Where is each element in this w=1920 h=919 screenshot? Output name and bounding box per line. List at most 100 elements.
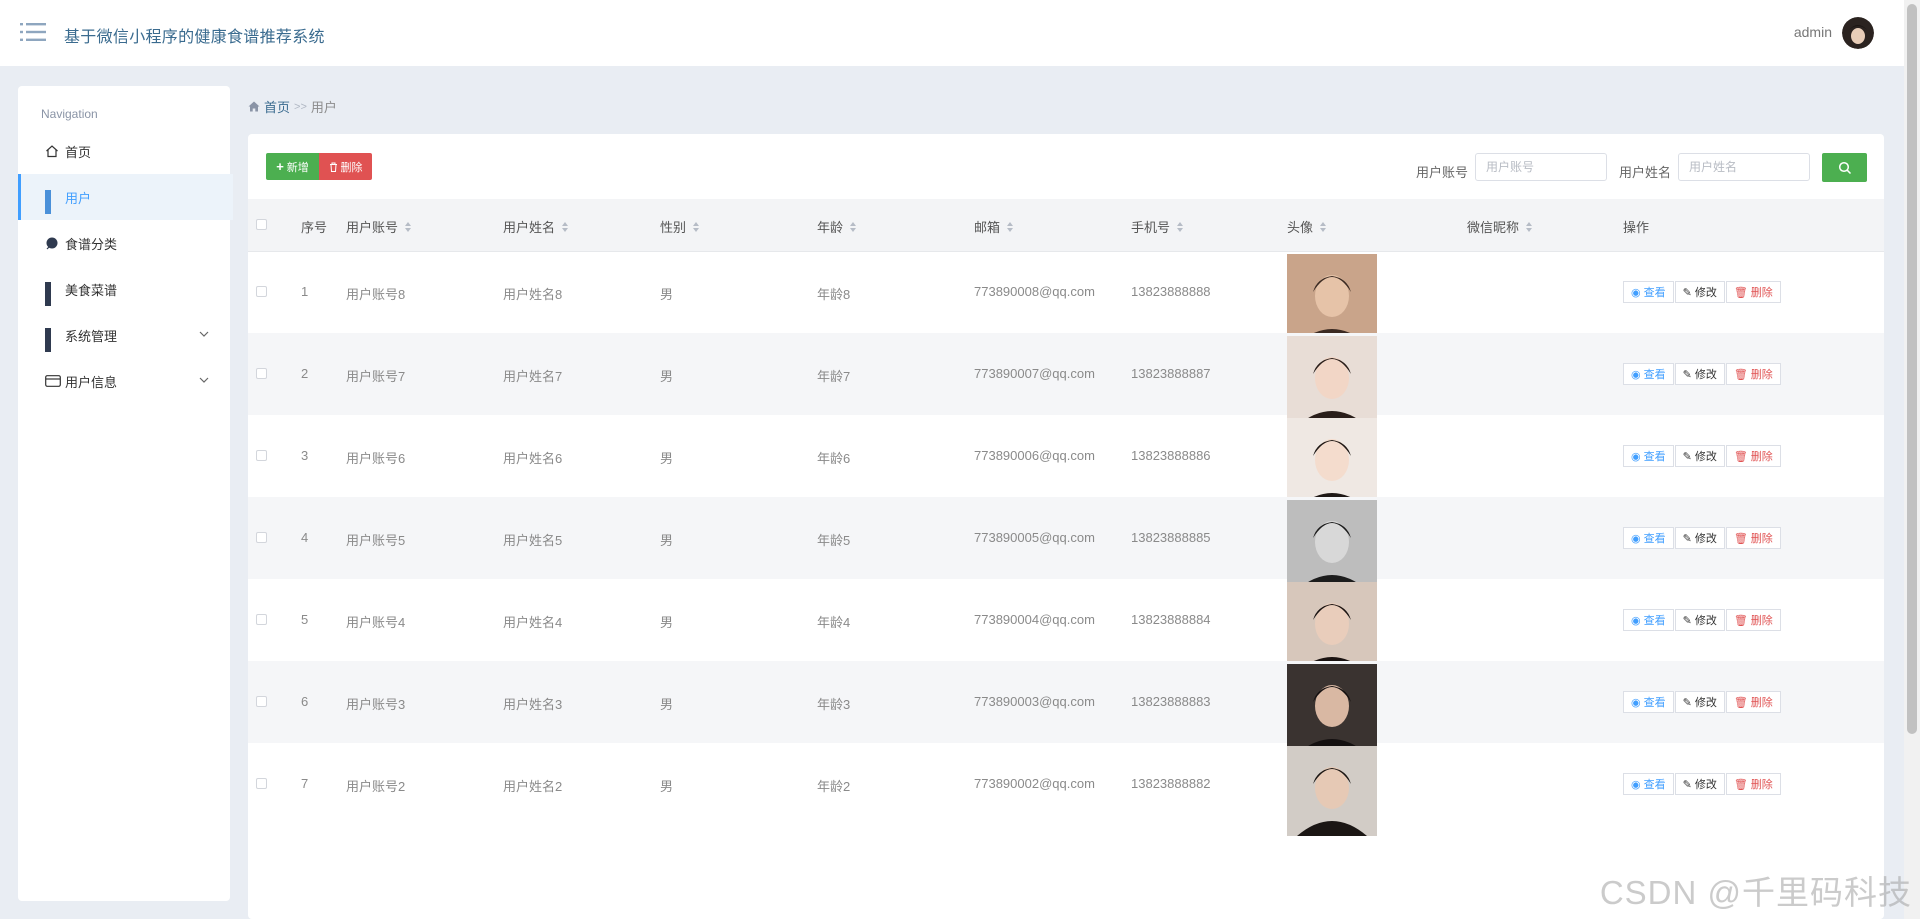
delete-button[interactable]: 🗑 删除 bbox=[1725, 363, 1781, 385]
eye-icon: ◉ bbox=[1631, 450, 1641, 463]
admin-avatar[interactable] bbox=[1842, 17, 1874, 49]
user-avatar-image[interactable] bbox=[1287, 664, 1377, 754]
cell-gender: 男 bbox=[660, 615, 674, 630]
edit-button[interactable]: ✎ 修改 bbox=[1674, 527, 1725, 549]
column-header-age[interactable]: 年龄 bbox=[817, 217, 857, 236]
column-header-nickname[interactable]: 微信昵称 bbox=[1467, 217, 1533, 236]
page-scrollbar[interactable] bbox=[1904, 0, 1920, 919]
sort-icon bbox=[562, 221, 569, 232]
edit-icon: ✎ bbox=[1682, 450, 1692, 463]
sidebar-item-system-management[interactable]: 系统管理 bbox=[18, 312, 230, 358]
row-checkbox[interactable] bbox=[256, 532, 267, 543]
search-button[interactable] bbox=[1822, 153, 1867, 182]
nav-caption: Navigation bbox=[41, 107, 98, 121]
eye-icon: ◉ bbox=[1631, 778, 1641, 791]
delete-button[interactable]: 🗑 删除 bbox=[1725, 609, 1781, 631]
username-label[interactable]: admin bbox=[1794, 24, 1832, 40]
trash-icon: 🗑 bbox=[1733, 368, 1748, 381]
column-header-name[interactable]: 用户姓名 bbox=[503, 217, 569, 236]
select-all-checkbox[interactable] bbox=[256, 219, 267, 230]
user-avatar-image[interactable] bbox=[1287, 336, 1377, 426]
delete-button[interactable]: 🗑 删除 bbox=[1725, 445, 1781, 467]
edit-button[interactable]: ✎ 修改 bbox=[1674, 281, 1725, 303]
sort-icon bbox=[1177, 221, 1184, 232]
cell-age: 年龄8 bbox=[817, 287, 851, 302]
cell-email: 773890005@qq.com bbox=[974, 530, 1095, 545]
eye-icon: ◉ bbox=[1631, 614, 1641, 627]
edit-button[interactable]: ✎ 修改 bbox=[1674, 363, 1725, 385]
row-actions: ◉ 查看 ✎ 修改 🗑 删除 bbox=[1623, 281, 1781, 303]
column-header-email[interactable]: 邮箱 bbox=[974, 217, 1014, 236]
column-header-gender[interactable]: 性别 bbox=[660, 217, 700, 236]
menu-toggle-icon[interactable] bbox=[20, 22, 46, 42]
trash-icon: 🗑 bbox=[1733, 286, 1748, 299]
search-name-input[interactable] bbox=[1678, 153, 1810, 181]
sidebar-item-users[interactable]: 用户 bbox=[18, 174, 233, 220]
row-checkbox[interactable] bbox=[256, 286, 267, 297]
sidebar-item-label: 用户信息 bbox=[65, 374, 118, 390]
cell-name: 用户姓名7 bbox=[503, 369, 563, 384]
cell-index: 3 bbox=[301, 448, 309, 463]
trash-icon: 🗑 bbox=[1733, 696, 1748, 709]
sidebar-item-recipe-category[interactable]: 食谱分类 bbox=[18, 220, 230, 266]
user-avatar-image[interactable] bbox=[1287, 746, 1377, 836]
cell-age: 年龄6 bbox=[817, 451, 851, 466]
sidebar-item-home[interactable]: 首页 bbox=[18, 128, 230, 174]
edit-button[interactable]: ✎ 修改 bbox=[1674, 773, 1725, 795]
cell-gender: 男 bbox=[660, 287, 674, 302]
trash-icon: 🗑 bbox=[1733, 450, 1748, 463]
user-avatar-image[interactable] bbox=[1287, 418, 1377, 508]
delete-button[interactable]: 🗑 删除 bbox=[1725, 281, 1781, 303]
edit-button[interactable]: ✎ 修改 bbox=[1674, 609, 1725, 631]
delete-button[interactable]: 🗑 删除 bbox=[1725, 527, 1781, 549]
delete-button[interactable]: 🗑 删除 bbox=[1725, 773, 1781, 795]
table-row: 6 用户账号3 用户姓名3 男 年龄3 773890003@qq.com 138… bbox=[248, 661, 1884, 754]
watermark: CSDN @千里码科技 bbox=[1599, 874, 1912, 911]
view-button[interactable]: ◉ 查看 bbox=[1623, 363, 1674, 385]
cell-gender: 男 bbox=[660, 779, 674, 794]
edit-button[interactable]: ✎ 修改 bbox=[1674, 445, 1725, 467]
cell-index: 6 bbox=[301, 694, 309, 709]
view-button[interactable]: ◉ 查看 bbox=[1623, 691, 1674, 713]
view-button[interactable]: ◉ 查看 bbox=[1623, 773, 1674, 795]
sidebar-item-label: 用户 bbox=[65, 190, 92, 206]
cell-index: 1 bbox=[301, 284, 309, 299]
column-header-phone[interactable]: 手机号 bbox=[1131, 217, 1184, 236]
cell-phone: 13823888886 bbox=[1131, 448, 1211, 463]
row-actions: ◉ 查看 ✎ 修改 🗑 删除 bbox=[1623, 527, 1781, 549]
sidebar: Navigation 首页 用户 食谱分类 美食菜谱 系统管理 用户信息 bbox=[18, 86, 233, 901]
cell-phone: 13823888882 bbox=[1131, 776, 1211, 791]
row-checkbox[interactable] bbox=[256, 450, 267, 461]
cell-index: 2 bbox=[301, 366, 309, 381]
user-avatar-image[interactable] bbox=[1287, 500, 1377, 590]
edit-button[interactable]: ✎ 修改 bbox=[1674, 691, 1725, 713]
page-scrollbar-thumb[interactable] bbox=[1907, 4, 1917, 734]
row-actions: ◉ 查看 ✎ 修改 🗑 删除 bbox=[1623, 445, 1781, 467]
user-avatar-image[interactable] bbox=[1287, 254, 1377, 344]
view-button[interactable]: ◉ 查看 bbox=[1623, 527, 1674, 549]
row-actions: ◉ 查看 ✎ 修改 🗑 删除 bbox=[1623, 691, 1781, 713]
breadcrumb-home-link[interactable]: 首页 bbox=[264, 97, 290, 116]
cell-email: 773890004@qq.com bbox=[974, 612, 1095, 627]
row-checkbox[interactable] bbox=[256, 368, 267, 379]
sidebar-item-user-info[interactable]: 用户信息 bbox=[18, 358, 230, 404]
cell-account: 用户账号8 bbox=[346, 287, 406, 302]
view-button[interactable]: ◉ 查看 bbox=[1623, 281, 1674, 303]
cell-gender: 男 bbox=[660, 369, 674, 384]
row-checkbox[interactable] bbox=[256, 614, 267, 625]
cell-name: 用户姓名4 bbox=[503, 615, 563, 630]
cell-email: 773890006@qq.com bbox=[974, 448, 1095, 463]
row-checkbox[interactable] bbox=[256, 696, 267, 707]
sidebar-item-recipes[interactable]: 美食菜谱 bbox=[18, 266, 230, 312]
view-button[interactable]: ◉ 查看 bbox=[1623, 445, 1674, 467]
user-avatar-image[interactable] bbox=[1287, 582, 1377, 672]
row-checkbox[interactable] bbox=[256, 778, 267, 789]
add-button[interactable]: + 新增 bbox=[266, 153, 319, 180]
batch-delete-button[interactable]: 删除 bbox=[319, 153, 372, 180]
delete-button[interactable]: 🗑 删除 bbox=[1725, 691, 1781, 713]
column-header-avatar[interactable]: 头像 bbox=[1287, 217, 1327, 236]
view-button[interactable]: ◉ 查看 bbox=[1623, 609, 1674, 631]
search-account-input[interactable] bbox=[1475, 153, 1607, 181]
column-header-account[interactable]: 用户账号 bbox=[346, 217, 412, 236]
table-row: 2 用户账号7 用户姓名7 男 年龄7 773890007@qq.com 138… bbox=[248, 333, 1884, 426]
